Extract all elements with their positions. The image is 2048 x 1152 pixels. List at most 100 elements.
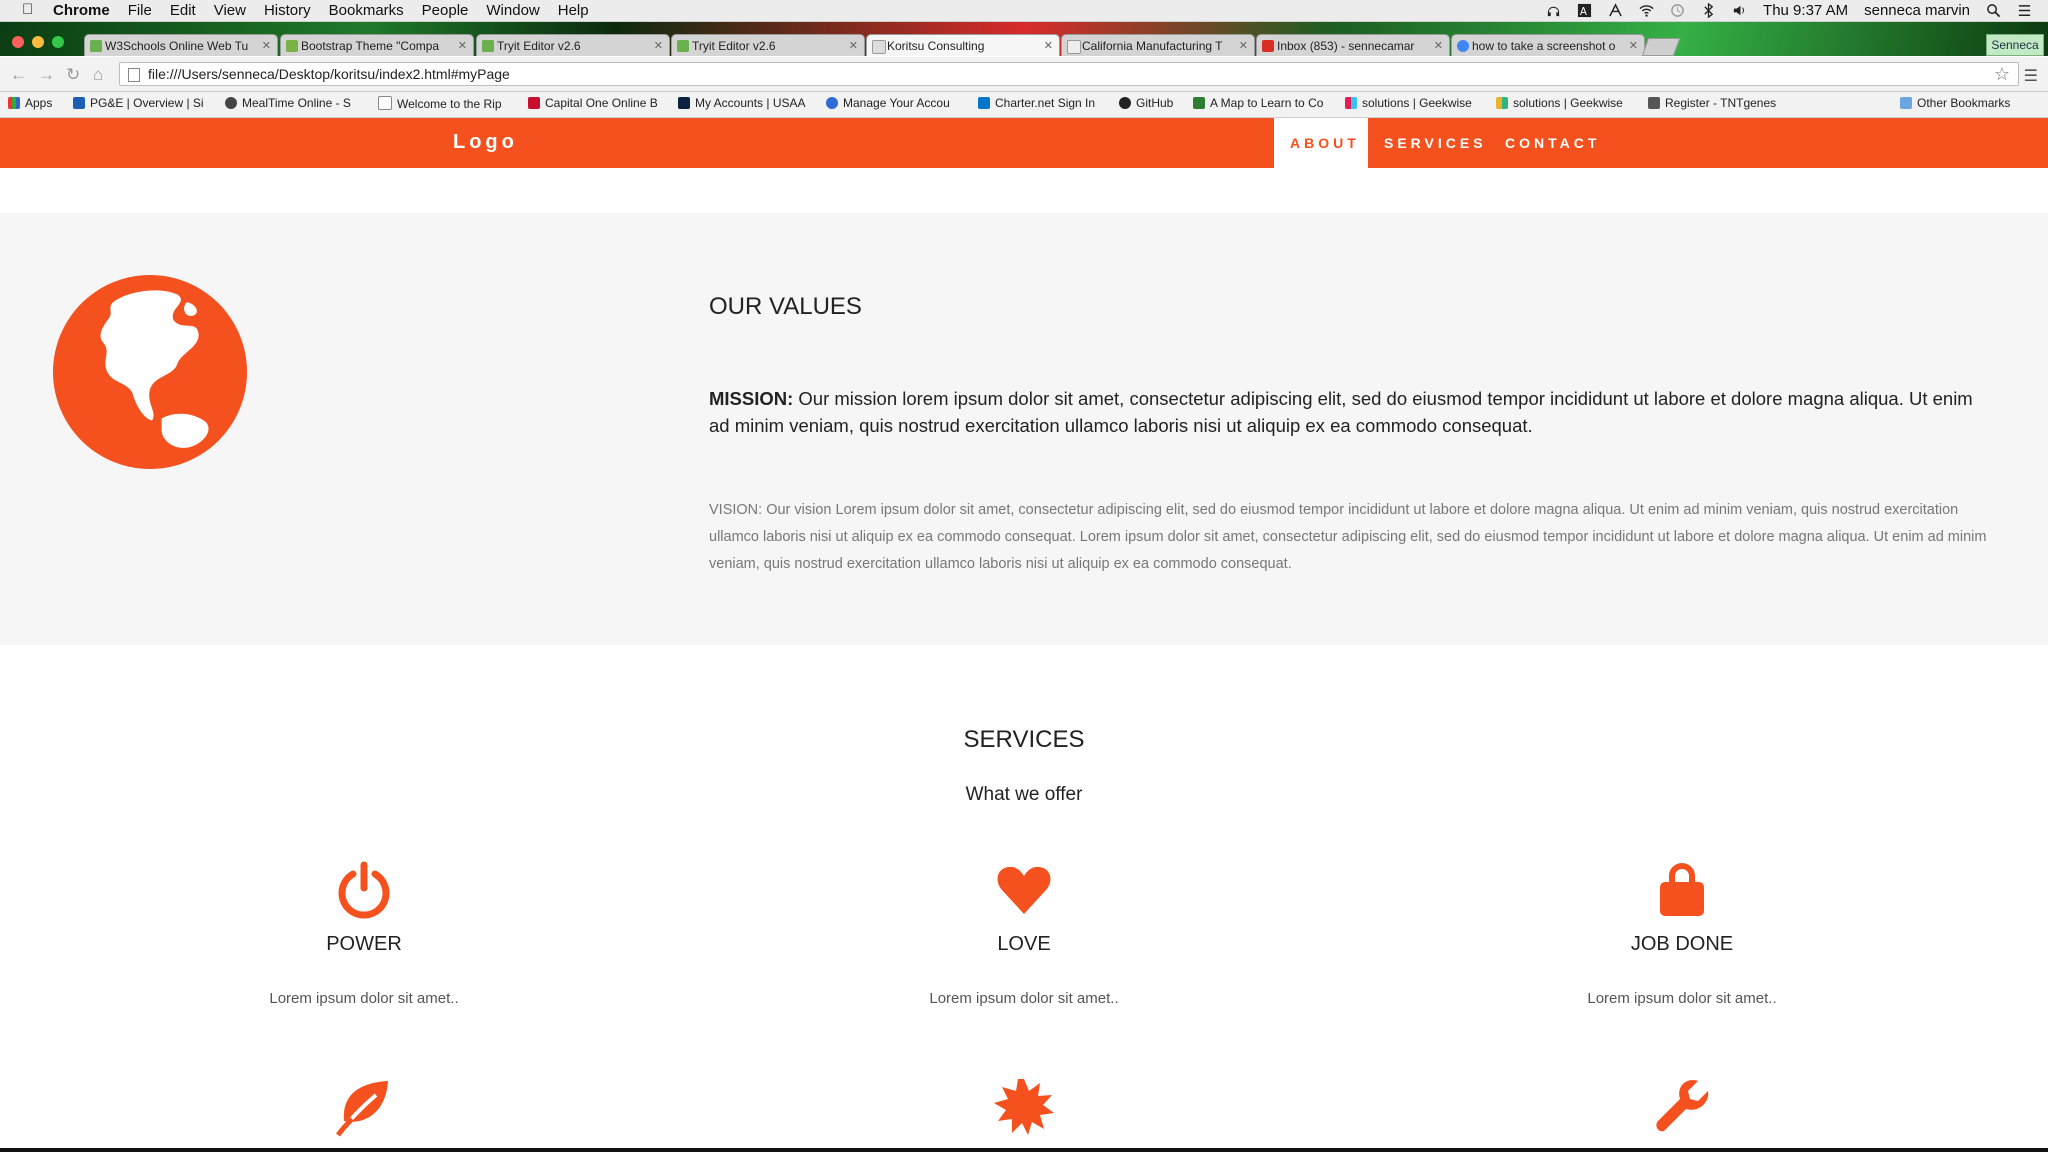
mission-paragraph: MISSION: Our mission lorem ipsum dolor s…: [709, 385, 1989, 439]
menu-window[interactable]: Window: [486, 2, 539, 19]
tab-title: Koritsu Consulting: [887, 39, 985, 53]
adobe-icon[interactable]: A: [1577, 3, 1592, 18]
forward-arrow-icon[interactable]: →: [38, 65, 55, 85]
bookmark-label: Manage Your Accou: [843, 96, 950, 110]
bookmark-item[interactable]: A Map to Learn to Co: [1193, 96, 1328, 110]
other-bookmarks[interactable]: Other Bookmarks: [1900, 96, 2010, 110]
bookmark-label: solutions | Geekwise: [1513, 96, 1623, 110]
bookmark-item[interactable]: solutions | Geekwise: [1345, 96, 1480, 110]
menubar-user[interactable]: senneca marvin: [1864, 2, 1970, 19]
site-logo[interactable]: Logo: [453, 131, 518, 154]
service-card-love: LOVE Lorem ipsum dolor sit amet..: [824, 860, 1224, 1007]
profile-button[interactable]: Senneca: [1986, 34, 2044, 56]
menu-bookmarks[interactable]: Bookmarks: [329, 2, 404, 19]
browser-tab[interactable]: Tryit Editor v2.6 ✕: [671, 34, 865, 56]
bookmark-apps[interactable]: Apps: [8, 96, 52, 110]
close-window-button[interactable]: [12, 36, 24, 48]
time-machine-icon[interactable]: [1670, 3, 1685, 18]
bookmark-label: solutions | Geekwise: [1362, 96, 1472, 110]
volume-icon[interactable]: [1732, 3, 1747, 18]
menu-people[interactable]: People: [422, 2, 469, 19]
tab-title: W3Schools Online Web Tu: [105, 39, 249, 53]
github-icon: [1119, 97, 1131, 109]
services-subheading: What we offer: [965, 784, 1083, 805]
browser-tab-active[interactable]: Koritsu Consulting ✕: [866, 34, 1060, 56]
bookmark-item[interactable]: My Accounts | USAA: [678, 96, 813, 110]
minimize-window-button[interactable]: [32, 36, 44, 48]
page-info-icon[interactable]: [128, 68, 140, 82]
spotlight-search-icon[interactable]: [1986, 3, 2001, 18]
tab-strip: W3Schools Online Web Tu ✕ Bootstrap Theme…: [0, 22, 2048, 56]
close-tab-icon[interactable]: ✕: [262, 35, 271, 56]
bookmark-item[interactable]: GitHub: [1119, 96, 1199, 110]
os-menu-bar:  Chrome File Edit View History Bookmark…: [0, 0, 2048, 22]
apple-icon[interactable]: : [22, 1, 33, 18]
leaf-icon: [336, 1081, 388, 1137]
tab-title: California Manufacturing T: [1082, 39, 1223, 53]
bookmark-item[interactable]: Charter.net Sign In: [978, 96, 1113, 110]
menu-history[interactable]: History: [264, 2, 311, 19]
browser-tab[interactable]: Bootstrap Theme "Compa ✕: [280, 34, 474, 56]
bookmark-item[interactable]: Welcome to the Rip: [378, 96, 510, 111]
close-tab-icon[interactable]: ✕: [849, 35, 858, 56]
globe-icon: [826, 97, 838, 109]
browser-toolbar: ← → ↻ ⌂ file:///Users/senneca/Desktop/ko…: [0, 57, 2048, 92]
bookmark-item[interactable]: Register - TNTgenes: [1648, 96, 1783, 110]
capital-one-icon: [528, 97, 540, 109]
bookmark-item[interactable]: Manage Your Accou: [826, 96, 961, 110]
new-tab-button[interactable]: [1641, 38, 1681, 56]
tab-title: Tryit Editor v2.6: [497, 39, 581, 53]
browser-tab[interactable]: Tryit Editor v2.6 ✕: [476, 34, 670, 56]
menu-edit[interactable]: Edit: [170, 2, 196, 19]
bookmark-label: Charter.net Sign In: [995, 96, 1096, 110]
browser-tab[interactable]: California Manufacturing T ✕: [1061, 34, 1255, 56]
menu-app-name[interactable]: Chrome: [53, 2, 110, 19]
wifi-icon[interactable]: [1639, 3, 1654, 18]
bookmark-label: Capital One Online B: [545, 96, 658, 110]
nav-link-contact[interactable]: CONTACT: [1489, 118, 1616, 168]
map-icon: [1193, 97, 1205, 109]
service-name: LOVE: [997, 933, 1051, 955]
service-name: JOB DONE: [1630, 933, 1734, 955]
menu-file[interactable]: File: [128, 2, 152, 19]
close-tab-icon[interactable]: ✕: [458, 35, 467, 56]
reload-icon[interactable]: ↻: [66, 65, 80, 85]
home-icon[interactable]: ⌂: [93, 65, 103, 85]
bookmark-item[interactable]: Capital One Online B: [528, 96, 663, 110]
bookmark-star-icon[interactable]: ☆: [1994, 63, 2010, 85]
close-tab-icon[interactable]: ✕: [1434, 35, 1443, 56]
tnt-icon: [1648, 97, 1660, 109]
menu-help[interactable]: Help: [558, 2, 589, 19]
browser-tab[interactable]: how to take a screenshot o ✕: [1451, 34, 1645, 56]
menu-view[interactable]: View: [214, 2, 246, 19]
bookmark-label: GitHub: [1136, 96, 1174, 110]
address-url: file:///Users/senneca/Desktop/koritsu/in…: [148, 66, 510, 82]
nav-link-services[interactable]: SERVICES: [1368, 118, 1503, 168]
close-tab-icon[interactable]: ✕: [1044, 35, 1053, 56]
bluetooth-icon[interactable]: [1701, 3, 1716, 18]
bookmark-label: Welcome to the Rip: [397, 97, 502, 111]
menubar-clock[interactable]: Thu 9:37 AM: [1763, 2, 1848, 19]
svg-text:A: A: [1580, 6, 1587, 18]
notification-center-icon[interactable]: [2017, 3, 2032, 18]
clock-icon: [225, 97, 237, 109]
zoom-window-button[interactable]: [52, 36, 64, 48]
address-bar[interactable]: file:///Users/senneca/Desktop/koritsu/in…: [119, 62, 2019, 86]
certificate-icon: [994, 1079, 1054, 1135]
browser-tab[interactable]: W3Schools Online Web Tu ✕: [84, 34, 278, 56]
mission-label: MISSION:: [709, 388, 794, 409]
nav-link-about[interactable]: ABOUT: [1274, 118, 1368, 168]
bookmark-item[interactable]: solutions | Geekwise: [1496, 96, 1631, 110]
headphones-icon[interactable]: [1546, 3, 1561, 18]
bookmark-item[interactable]: PG&E | Overview | Si: [73, 96, 205, 110]
vision-paragraph: VISION: Our vision Lorem ipsum dolor sit…: [709, 502, 1987, 572]
close-tab-icon[interactable]: ✕: [1239, 35, 1248, 56]
bookmark-label: Other Bookmarks: [1917, 96, 2011, 110]
bookmark-item[interactable]: MealTime Online - S: [225, 96, 357, 110]
browser-tab[interactable]: Inbox (853) - sennecamar ✕: [1256, 34, 1450, 56]
chrome-menu-icon[interactable]: ☰: [2024, 66, 2038, 86]
close-tab-icon[interactable]: ✕: [1629, 35, 1638, 56]
close-tab-icon[interactable]: ✕: [654, 35, 663, 56]
back-arrow-icon[interactable]: ←: [10, 65, 27, 85]
siri-icon[interactable]: [1608, 3, 1623, 18]
